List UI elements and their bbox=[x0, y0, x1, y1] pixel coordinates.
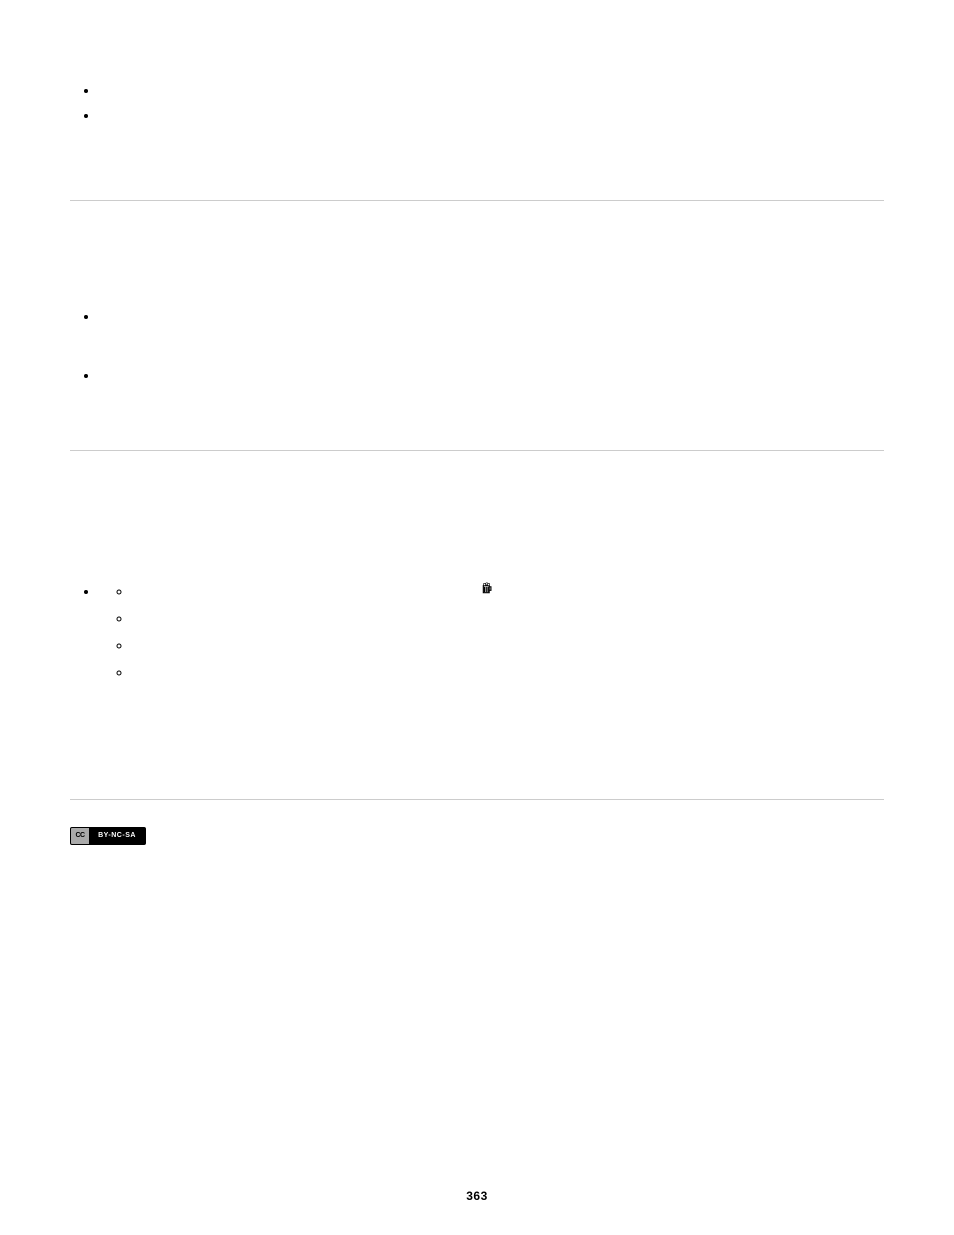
cc-logo: CC bbox=[71, 828, 89, 844]
spacer bbox=[70, 516, 884, 556]
spacer bbox=[70, 689, 884, 729]
top-spacer bbox=[70, 40, 884, 80]
mid-bullet-list bbox=[80, 306, 884, 420]
spacer bbox=[98, 321, 884, 361]
beer-mug-icon bbox=[481, 581, 495, 602]
bottom-inner-list bbox=[113, 581, 884, 683]
spacer bbox=[98, 380, 884, 420]
spacer bbox=[98, 556, 884, 571]
divider bbox=[70, 450, 884, 451]
page: CC BY-NC-SA 363 bbox=[0, 0, 954, 1235]
list-item bbox=[131, 581, 884, 602]
spacer bbox=[98, 306, 884, 321]
divider bbox=[70, 200, 884, 201]
spacer bbox=[70, 266, 884, 306]
list-item bbox=[98, 556, 884, 683]
top-bullet-list bbox=[80, 80, 884, 126]
spacer bbox=[70, 476, 884, 516]
list-item bbox=[98, 306, 884, 361]
list-item bbox=[131, 635, 884, 656]
spacer bbox=[70, 130, 884, 170]
cc-license-type: BY-NC-SA bbox=[89, 828, 145, 844]
list-item bbox=[98, 105, 884, 126]
list-item bbox=[131, 608, 884, 629]
spacer bbox=[98, 365, 884, 380]
divider bbox=[70, 799, 884, 800]
license-row: CC BY-NC-SA bbox=[70, 825, 884, 846]
list-item bbox=[98, 80, 884, 101]
cc-license-badge-icon: CC BY-NC-SA bbox=[70, 827, 146, 845]
spacer bbox=[70, 729, 884, 769]
spacer bbox=[70, 226, 884, 266]
bottom-outer-list bbox=[80, 556, 884, 683]
list-item bbox=[98, 365, 884, 420]
page-number: 363 bbox=[0, 1187, 954, 1205]
list-item bbox=[131, 662, 884, 683]
cc-logo-text: CC bbox=[75, 831, 84, 842]
